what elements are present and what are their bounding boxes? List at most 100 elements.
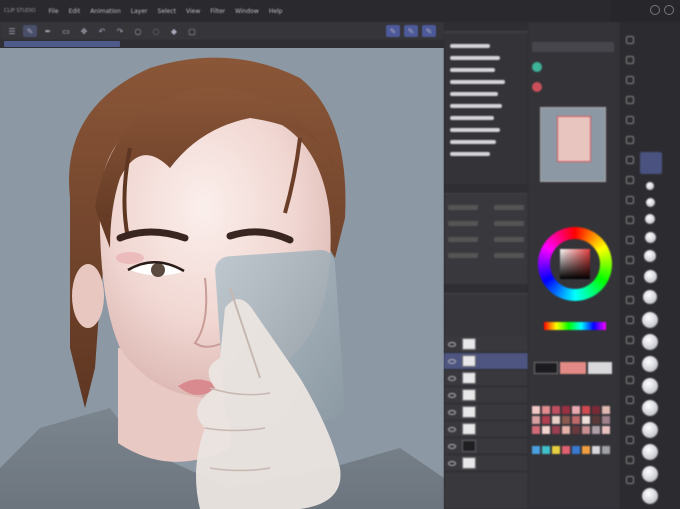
brush-preview[interactable] [450,80,505,84]
tool-icon[interactable] [626,176,634,184]
palette-swatch[interactable] [532,446,540,454]
tool-icon[interactable] [626,236,634,244]
tool-icon[interactable] [626,296,634,304]
palette-swatch[interactable] [552,416,560,424]
brush-panel-tab[interactable] [444,22,528,32]
menu-help[interactable]: Help [264,8,288,15]
eye-icon[interactable] [448,426,456,432]
palette-swatch[interactable] [552,406,560,414]
brush-size-preset[interactable] [645,214,655,224]
menu-filter[interactable]: Filter [205,8,230,15]
lasso-icon[interactable]: ◌ [149,25,163,37]
palette-swatch[interactable] [532,416,540,424]
eye-icon[interactable] [448,443,456,449]
brush-preview[interactable] [450,68,495,72]
palette-swatch[interactable] [542,426,550,434]
brush-preset-icon[interactable]: ✎ [386,25,400,37]
sub-view-dot[interactable] [532,82,542,92]
palette-swatch[interactable] [572,406,580,414]
tool-icon[interactable] [626,76,634,84]
layer-row[interactable] [444,455,528,472]
brush-size-preset[interactable] [644,270,657,283]
pen-preset-icon[interactable]: ✎ [404,25,418,37]
palette-swatch[interactable] [592,416,600,424]
transparent-swatch[interactable] [588,362,612,374]
transform-icon[interactable]: ▢ [185,25,199,37]
tool-icon[interactable] [626,396,634,404]
layer-row[interactable] [444,404,528,421]
eye-icon[interactable] [448,358,456,364]
brush-size-preset[interactable] [644,250,656,262]
brush-size-preset[interactable] [642,356,658,372]
close-icon[interactable] [664,5,674,15]
tool-icon[interactable] [626,56,634,64]
tool-icon[interactable] [626,256,634,264]
layer-panel-tab[interactable] [444,284,528,294]
eye-icon[interactable] [448,375,456,381]
palette-swatch[interactable] [582,406,590,414]
brush-size-preset[interactable] [646,182,654,190]
main-color-swatch[interactable] [534,362,558,374]
palette-swatch[interactable] [592,426,600,434]
hue-slider[interactable] [544,322,606,330]
brush-size-preset[interactable] [645,232,656,243]
eraser-icon[interactable]: ▭ [59,25,73,37]
minimize-icon[interactable] [650,5,660,15]
tool-icon[interactable] [626,96,634,104]
brush-preview[interactable] [450,104,502,108]
tool-icon[interactable] [626,456,634,464]
redo-icon[interactable]: ↷ [113,25,127,37]
eye-icon[interactable] [448,392,456,398]
layer-row[interactable] [444,353,528,370]
brush-preview[interactable] [450,44,490,48]
palette-swatch[interactable] [542,446,550,454]
marker-preset-icon[interactable]: ✎ [422,25,436,37]
tool-icon[interactable] [626,416,634,424]
brush-size-preset[interactable] [646,198,655,207]
brush-icon[interactable]: ✎ [23,25,37,37]
sub-view-dot[interactable] [532,62,542,72]
palette-swatch[interactable] [532,426,540,434]
sub-color-swatch[interactable] [560,362,586,374]
eye-icon[interactable] [448,460,456,466]
layer-row[interactable] [444,387,528,404]
menu-layer[interactable]: Layer [126,8,153,15]
palette-swatch[interactable] [592,446,600,454]
layer-row[interactable] [444,421,528,438]
menu-view[interactable]: View [181,8,205,15]
layer-row[interactable] [444,438,528,455]
palette-swatch[interactable] [542,406,550,414]
palette-swatch[interactable] [562,446,570,454]
tool-icon[interactable] [626,276,634,284]
tool-property-tab[interactable] [444,184,528,194]
tool-icon[interactable] [626,316,634,324]
property-row[interactable] [448,202,524,212]
palette-swatch[interactable] [562,406,570,414]
brush-preview[interactable] [450,116,494,120]
fill-icon[interactable]: ◆ [167,25,181,37]
palette-swatch[interactable] [552,446,560,454]
brush-preview[interactable] [450,152,490,156]
palette-swatch[interactable] [572,426,580,434]
tool-icon[interactable] [626,136,634,144]
layer-row[interactable] [444,336,528,353]
menu-icon[interactable]: ☰ [5,25,19,37]
navigator-thumbnail[interactable] [540,107,606,182]
palette-swatch[interactable] [582,446,590,454]
tool-icon[interactable] [626,436,634,444]
tool-icon[interactable] [626,356,634,364]
tool-icon[interactable] [626,116,634,124]
color-wheel[interactable] [538,227,612,301]
property-row[interactable] [448,234,524,244]
brush-size-preset[interactable] [642,334,658,350]
tool-icon[interactable] [626,336,634,344]
palette-swatch[interactable] [552,426,560,434]
property-row[interactable] [448,250,524,260]
undo-icon[interactable]: ↶ [95,25,109,37]
property-row[interactable] [448,218,524,228]
menu-animation[interactable]: Animation [85,8,126,15]
tool-icon[interactable] [626,476,634,484]
circle-icon[interactable]: ○ [131,25,145,37]
brush-size-preset[interactable] [643,290,657,304]
brush-size-preset[interactable] [642,444,658,460]
